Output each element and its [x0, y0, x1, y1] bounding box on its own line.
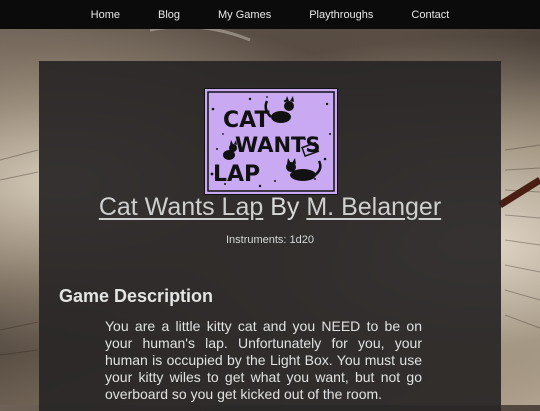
cat-silhouette-icon	[286, 158, 322, 181]
cover-title-cat: CAT	[223, 108, 269, 133]
top-navbar: Home Blog My Games Playthroughs Contact	[0, 0, 540, 29]
instruments-text: Instruments: 1d20	[225, 234, 315, 246]
game-panel: CAT WANTS LAP Cat Wants Lap By M. Belang…	[39, 61, 501, 411]
by-label: By	[270, 193, 300, 221]
game-description: You are a little kitty cat and you NEED …	[105, 318, 422, 402]
nav-home-link[interactable]: Home	[72, 9, 139, 21]
nav-blog-link[interactable]: Blog	[139, 9, 199, 21]
nav-playthroughs-link[interactable]: Playthroughs	[290, 9, 392, 21]
nav-my-games-link[interactable]: My Games	[199, 9, 290, 21]
cover-title-lap: LAP	[213, 162, 260, 187]
game-title-link[interactable]: Cat Wants Lap	[99, 193, 263, 221]
author-link[interactable]: M. Belanger	[306, 193, 441, 221]
nav-contact-link[interactable]: Contact	[392, 9, 468, 21]
game-title-line: Cat Wants Lap By M. Belanger	[39, 193, 501, 222]
cat-silhouette-icon	[223, 140, 237, 160]
cat-silhouette-icon	[264, 96, 294, 123]
description-heading: Game Description	[59, 286, 214, 306]
game-cover-image: CAT WANTS LAP	[204, 88, 338, 195]
